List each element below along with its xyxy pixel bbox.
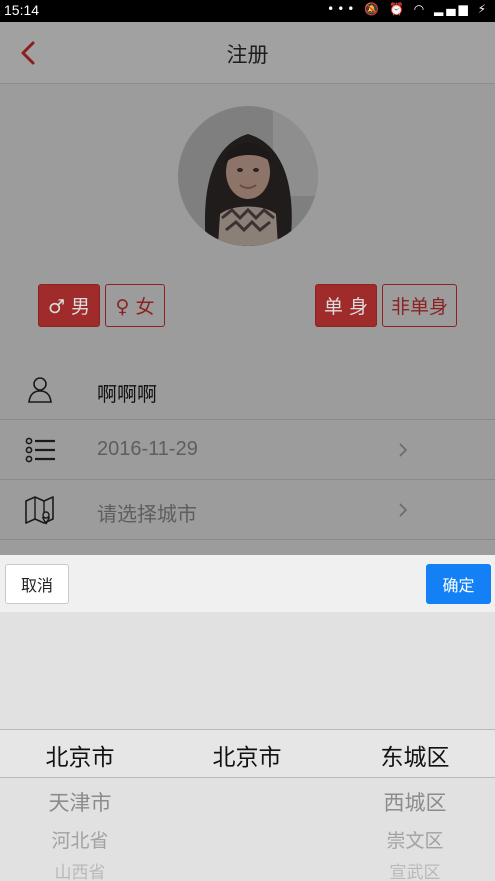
province-option[interactable]: 天津市 (0, 787, 160, 817)
chevron-right-icon (399, 443, 408, 457)
status-bar: 15:14 ••• 🔕 ⏰ ◠ ▂▄▆ ⚡ (0, 0, 495, 22)
more-dots-icon: ••• (327, 2, 358, 16)
register-form: ♂ 男 ♀ 女 单 身 非单身 啊啊啊 2016-11-29 请选择城市 (0, 85, 495, 555)
city-option[interactable]: 北京市 (167, 738, 327, 772)
wifi-icon: ◠ (413, 2, 428, 16)
district-wheel[interactable]: 东城区 西城区 崇文区 宣武区 (335, 612, 495, 881)
gender-male-button[interactable]: ♂ 男 (38, 284, 100, 327)
nav-bar: 注册 (0, 22, 495, 84)
province-option[interactable]: 山西省 (0, 858, 160, 881)
user-icon (28, 377, 52, 403)
avatar[interactable] (178, 106, 318, 246)
battery-icon: ⚡ (477, 2, 489, 16)
single-button[interactable]: 单 身 (315, 284, 377, 327)
status-time: 15:14 (4, 2, 40, 18)
province-option[interactable]: 河北省 (0, 826, 160, 853)
signal-icon: ▂▄▆ (434, 2, 471, 16)
district-option[interactable]: 东城区 (335, 738, 495, 772)
confirm-button[interactable]: 确定 (426, 564, 491, 604)
district-option[interactable]: 崇文区 (335, 826, 495, 853)
avatar-photo (178, 106, 318, 246)
city-placeholder: 请选择城市 (97, 502, 197, 526)
birthday-row[interactable]: 2016-11-29 (0, 420, 495, 480)
city-wheel[interactable]: 北京市 (167, 612, 327, 881)
not-single-label: 非单身 (390, 296, 448, 318)
city-picker[interactable]: 北京市 天津市 河北省 山西省 北京市 东城区 西城区 崇文区 宣武区 (0, 612, 495, 881)
status-icons: ••• 🔕 ⏰ ◠ ▂▄▆ ⚡ (327, 2, 489, 16)
map-icon (25, 496, 54, 525)
alarm-icon: ⏰ (388, 2, 407, 16)
chevron-right-icon (399, 503, 408, 517)
name-value: 啊啊啊 (97, 382, 157, 406)
not-single-button[interactable]: 非单身 (382, 284, 457, 327)
province-wheel[interactable]: 北京市 天津市 河北省 山西省 (0, 612, 160, 881)
birthday-value: 2016-11-29 (97, 438, 198, 460)
district-option[interactable]: 宣武区 (335, 858, 495, 881)
list-icon (25, 437, 55, 463)
mute-icon: 🔕 (364, 2, 383, 16)
gender-female-label: ♀ 女 (115, 296, 155, 318)
city-row[interactable]: 请选择城市 (0, 480, 495, 540)
single-label: 单 身 (323, 296, 369, 318)
gender-female-button[interactable]: ♀ 女 (105, 284, 165, 327)
name-row[interactable]: 啊啊啊 (0, 360, 495, 420)
gender-male-label: ♂ 男 (47, 296, 91, 318)
province-option[interactable]: 北京市 (0, 738, 160, 772)
page-title: 注册 (226, 43, 269, 67)
district-option[interactable]: 西城区 (335, 787, 495, 817)
cancel-button[interactable]: 取消 (5, 564, 69, 604)
picker-toolbar: 取消 确定 (0, 555, 495, 612)
